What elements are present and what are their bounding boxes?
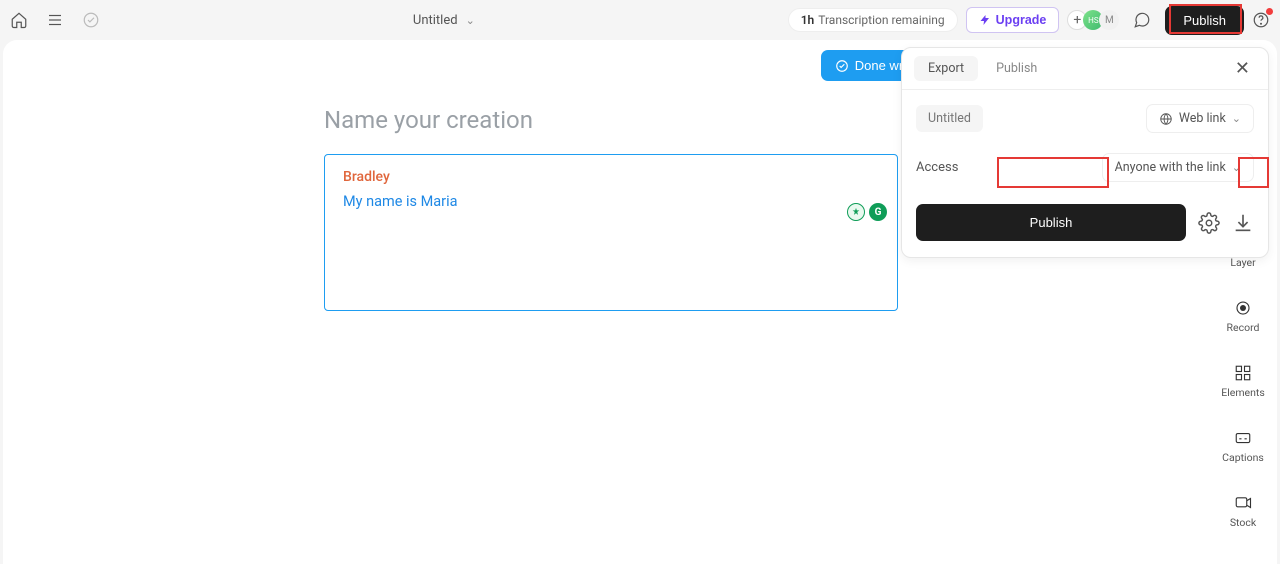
- sync-status-icon: [82, 11, 100, 29]
- rail-record[interactable]: Record: [1227, 299, 1260, 334]
- assist-icon[interactable]: [847, 203, 865, 221]
- elements-icon: [1234, 364, 1252, 382]
- document-title: Untitled: [413, 13, 458, 28]
- publish-button-top[interactable]: Publish: [1165, 6, 1244, 35]
- chat-icon[interactable]: [1133, 11, 1151, 29]
- rail-stock[interactable]: Stock: [1230, 494, 1256, 529]
- close-icon[interactable]: ✕: [1229, 56, 1256, 81]
- rail-captions[interactable]: Captions: [1222, 429, 1264, 464]
- home-icon[interactable]: [10, 11, 28, 29]
- notification-dot: [1266, 8, 1273, 15]
- chevron-down-icon: ⌄: [1232, 161, 1241, 174]
- avatar: M: [1099, 10, 1119, 30]
- transcript-editor[interactable]: Bradley My name is Maria G: [324, 154, 898, 311]
- grammarly-icon[interactable]: G: [869, 203, 887, 221]
- upgrade-label: Upgrade: [996, 13, 1047, 27]
- check-circle-icon: [835, 59, 849, 73]
- top-right-group: 1h Transcription remaining Upgrade + HS …: [788, 6, 1270, 35]
- editor-badges: G: [847, 203, 887, 221]
- right-rail: Layer Record Elements Captions Stock: [1213, 234, 1273, 529]
- upgrade-button[interactable]: Upgrade: [966, 7, 1060, 33]
- tab-publish[interactable]: Publish: [982, 56, 1051, 81]
- document-title-area[interactable]: Untitled ⌄: [100, 13, 788, 28]
- rail-label: Record: [1227, 321, 1260, 334]
- tab-export[interactable]: Export: [914, 56, 978, 81]
- help-icon[interactable]: [1252, 11, 1270, 29]
- globe-icon: [1159, 112, 1173, 126]
- publish-panel: Export Publish ✕ Untitled Web link ⌄ Acc…: [901, 47, 1269, 258]
- chevron-down-icon: ⌄: [1232, 112, 1241, 125]
- rail-label: Captions: [1222, 451, 1264, 464]
- top-left-group: [10, 11, 100, 29]
- transcript-text[interactable]: My name is Maria: [343, 191, 879, 213]
- panel-title-row: Untitled Web link ⌄: [902, 90, 1268, 143]
- rail-label: Stock: [1230, 516, 1256, 529]
- download-icon[interactable]: [1232, 212, 1254, 234]
- web-link-label: Web link: [1179, 111, 1226, 126]
- panel-tabs: Export Publish ✕: [902, 48, 1268, 90]
- lightning-icon: [979, 14, 991, 26]
- editor-area: Name your creation Bradley My name is Ma…: [324, 106, 898, 311]
- panel-actions: Publish: [902, 192, 1268, 257]
- project-title-input[interactable]: Name your creation: [324, 106, 898, 134]
- transcription-hours: 1h: [801, 13, 815, 27]
- chevron-down-icon: ⌄: [466, 14, 475, 27]
- avatar-stack[interactable]: + HS M: [1067, 10, 1119, 30]
- panel-title-chip[interactable]: Untitled: [916, 105, 983, 132]
- captions-icon: [1234, 429, 1252, 447]
- settings-icon[interactable]: [1198, 212, 1220, 234]
- access-label: Access: [916, 160, 958, 175]
- rail-elements[interactable]: Elements: [1221, 364, 1265, 399]
- panel-publish-button[interactable]: Publish: [916, 204, 1186, 241]
- transcription-remaining-pill[interactable]: 1h Transcription remaining: [788, 8, 958, 32]
- stock-icon: [1234, 494, 1252, 512]
- access-dropdown[interactable]: Anyone with the link ⌄: [1102, 153, 1254, 182]
- menu-icon[interactable]: [46, 11, 64, 29]
- record-icon: [1234, 299, 1252, 317]
- speaker-label[interactable]: Bradley: [343, 169, 879, 185]
- web-link-dropdown[interactable]: Web link ⌄: [1146, 104, 1254, 133]
- panel-access-row: Access Anyone with the link ⌄: [902, 143, 1268, 192]
- access-value: Anyone with the link: [1115, 160, 1226, 175]
- transcription-label: Transcription remaining: [818, 13, 944, 27]
- top-bar: Untitled ⌄ 1h Transcription remaining Up…: [0, 0, 1280, 40]
- rail-label: Elements: [1221, 386, 1265, 399]
